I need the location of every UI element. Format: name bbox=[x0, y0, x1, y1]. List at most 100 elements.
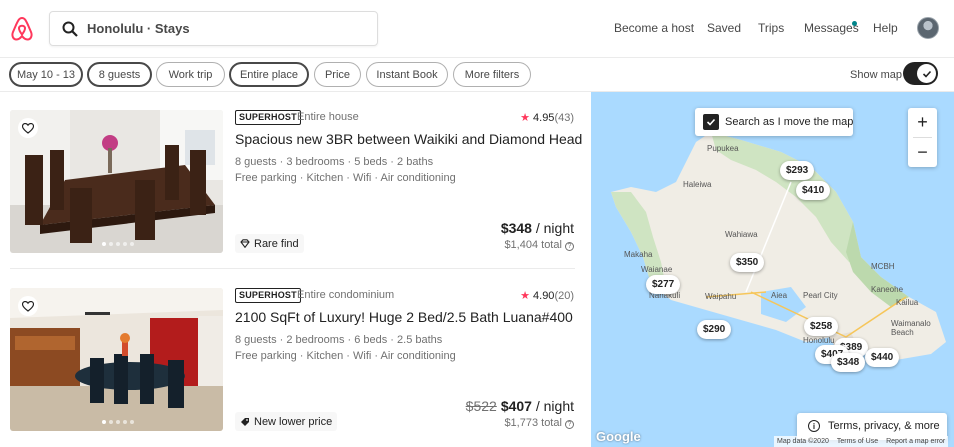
nav-messages[interactable]: Messages bbox=[804, 21, 859, 35]
map-place-label: Pearl City bbox=[803, 291, 838, 300]
price-pin[interactable]: $410 bbox=[796, 181, 831, 200]
map-panel[interactable]: Pupukea Haleiwa Wahiawa Makaha Waianae N… bbox=[591, 92, 954, 447]
review-count: (43) bbox=[554, 112, 574, 124]
search-as-move-checkbox[interactable]: Search as I move the map bbox=[695, 108, 853, 136]
listing-card[interactable]: SUPERHOST Entire condominium ★ 4.90(20) … bbox=[10, 288, 576, 433]
tag-label: Rare find bbox=[254, 237, 299, 250]
info-icon[interactable]: ? bbox=[565, 420, 574, 429]
map-place-label: Waianae bbox=[641, 265, 673, 274]
user-avatar[interactable] bbox=[917, 17, 939, 39]
price-per: / night bbox=[531, 398, 574, 414]
star-icon: ★ bbox=[520, 112, 530, 124]
old-price: $522 bbox=[465, 398, 497, 414]
map-place-label: Pupukea bbox=[707, 144, 739, 153]
total-price[interactable]: $1,773 total ? bbox=[504, 417, 574, 429]
rating-value: 4.90 bbox=[533, 290, 555, 302]
filter-guests[interactable]: 8 guests bbox=[87, 62, 152, 87]
price-pin[interactable]: $350 bbox=[730, 253, 765, 272]
save-heart-button[interactable] bbox=[18, 118, 38, 138]
map-zoom-control: + − bbox=[908, 108, 937, 167]
show-map-toggle[interactable] bbox=[903, 62, 938, 85]
nightly-price: $348 / night bbox=[501, 220, 574, 236]
zoom-out-button[interactable]: − bbox=[908, 138, 937, 167]
nav-trips[interactable]: Trips bbox=[758, 21, 784, 35]
heart-icon bbox=[22, 300, 34, 312]
listing-amenities: Free parking · Kitchen · Wifi · Air cond… bbox=[235, 172, 456, 184]
total-value: $1,404 total bbox=[504, 239, 562, 251]
price-pin[interactable]: $258 bbox=[804, 317, 839, 336]
price-per: / night bbox=[531, 220, 574, 236]
listing-card[interactable]: SUPERHOST Entire house ★ 4.95(43) Spacio… bbox=[10, 110, 582, 255]
terms-label: Terms, privacy, & more bbox=[828, 420, 940, 432]
check-icon bbox=[706, 118, 716, 126]
info-icon[interactable]: ? bbox=[565, 242, 574, 251]
search-icon bbox=[62, 21, 78, 37]
terms-of-use-link[interactable]: Terms of Use bbox=[837, 438, 878, 445]
nav-become-host[interactable]: Become a host bbox=[614, 21, 694, 35]
price-pin[interactable]: $290 bbox=[697, 320, 732, 339]
price-value: $407 bbox=[500, 398, 532, 414]
listing-rooms: 8 guests · 3 bedrooms · 5 beds · 2 baths bbox=[235, 156, 434, 168]
show-map-label: Show map bbox=[850, 69, 902, 81]
checkbox-checked bbox=[703, 114, 719, 130]
zoom-in-button[interactable]: + bbox=[908, 108, 937, 137]
price-pin[interactable]: $348 bbox=[831, 353, 866, 372]
rating-value: 4.95 bbox=[533, 112, 555, 124]
property-type: Entire house bbox=[297, 111, 359, 123]
top-header: Honolulu · Stays Become a host Saved Tri… bbox=[0, 0, 954, 58]
toggle-knob bbox=[917, 64, 936, 83]
filter-price[interactable]: Price bbox=[314, 62, 361, 87]
price-value: $348 bbox=[500, 220, 532, 236]
search-bar[interactable]: Honolulu · Stays bbox=[49, 11, 378, 46]
nav-help[interactable]: Help bbox=[873, 21, 898, 35]
map-place-label: Aiea bbox=[771, 291, 788, 300]
price-drop-tag: New lower price bbox=[235, 412, 338, 431]
nightly-price: $522 $407 / night bbox=[466, 398, 574, 414]
unread-dot bbox=[852, 21, 857, 26]
filter-more-filters[interactable]: More filters bbox=[453, 62, 531, 87]
nav-saved[interactable]: Saved bbox=[707, 21, 741, 35]
property-type: Entire condominium bbox=[297, 289, 395, 301]
map-place-label: Haleiwa bbox=[683, 180, 712, 189]
map-place-label: Wahiawa bbox=[725, 230, 758, 239]
total-price[interactable]: $1,404 total ? bbox=[504, 239, 574, 251]
listing-photo[interactable] bbox=[10, 110, 223, 253]
map-place-label: Waimanalo Beach bbox=[891, 319, 931, 337]
photo-carousel-dots[interactable] bbox=[102, 242, 134, 246]
heart-icon bbox=[22, 122, 34, 134]
filter-work-trip[interactable]: Work trip bbox=[156, 62, 225, 87]
map-place-label: Kaneohe bbox=[871, 285, 904, 294]
listing-rooms: 8 guests · 2 bedrooms · 6 beds · 2.5 bat… bbox=[235, 334, 443, 346]
info-icon: i bbox=[808, 420, 820, 432]
price-pin[interactable]: $440 bbox=[865, 348, 900, 367]
diamond-icon bbox=[240, 239, 250, 248]
filter-dates[interactable]: May 10 - 13 bbox=[9, 62, 83, 87]
search-text: Honolulu · Stays bbox=[87, 21, 190, 36]
map-place-label: Honolulu bbox=[803, 336, 835, 345]
listing-title[interactable]: 2100 SqFt of Luxury! Huge 2 Bed/2.5 Bath… bbox=[235, 309, 573, 325]
save-heart-button[interactable] bbox=[18, 296, 38, 316]
map-place-label: Kailua bbox=[896, 298, 919, 307]
review-count: (20) bbox=[554, 290, 574, 302]
airbnb-logo-icon[interactable] bbox=[10, 16, 34, 42]
tag-icon bbox=[241, 417, 249, 426]
report-error-link[interactable]: Report a map error bbox=[886, 438, 945, 445]
map-attribution: Map data ©2020 Terms of Use Report a map… bbox=[774, 436, 949, 447]
rare-find-tag: Rare find bbox=[235, 234, 304, 253]
filter-instant-book[interactable]: Instant Book bbox=[366, 62, 448, 87]
photo-carousel-dots[interactable] bbox=[102, 420, 134, 424]
map-place-label: Waipahu bbox=[705, 292, 737, 301]
price-pin[interactable]: $293 bbox=[780, 161, 815, 180]
dining-room-photo bbox=[10, 110, 223, 253]
listing-amenities: Free parking · Kitchen · Wifi · Air cond… bbox=[235, 350, 456, 362]
listing-title[interactable]: Spacious new 3BR between Waikiki and Dia… bbox=[235, 131, 582, 147]
listing-photo[interactable] bbox=[10, 288, 223, 431]
living-room-photo bbox=[10, 288, 223, 431]
price-pin[interactable]: $277 bbox=[646, 275, 681, 294]
check-icon bbox=[922, 70, 931, 78]
google-logo[interactable]: Google bbox=[596, 429, 641, 444]
filter-entire-place[interactable]: Entire place bbox=[229, 62, 309, 87]
rating: ★ 4.95(43) bbox=[520, 111, 574, 124]
superhost-badge: SUPERHOST bbox=[235, 288, 301, 303]
map-place-label: Makaha bbox=[624, 250, 653, 259]
